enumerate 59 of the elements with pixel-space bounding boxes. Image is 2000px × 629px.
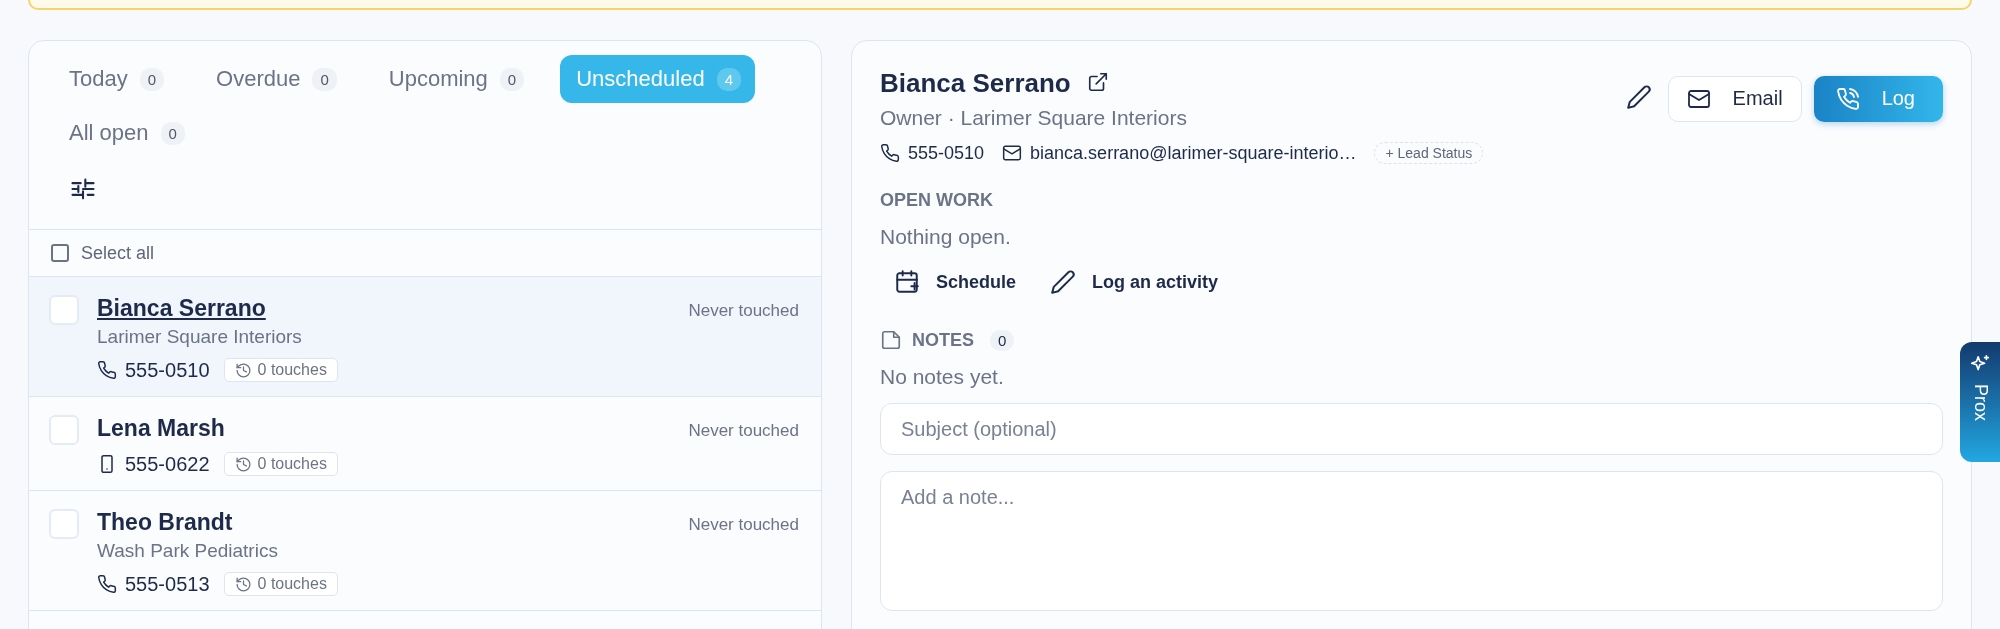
email-button[interactable]: Email — [1667, 75, 1802, 122]
mail-icon — [1002, 143, 1023, 163]
company-name: Larimer Square Interiors — [97, 326, 303, 348]
phone-number: 555-0513 — [125, 572, 210, 596]
filter-tab[interactable]: Overdue 0 — [200, 55, 351, 103]
pencil-icon — [1050, 269, 1077, 295]
last-touch-text: Never touched — [688, 515, 799, 535]
phone-call-icon — [1835, 86, 1860, 111]
phone-number: 555-0622 — [125, 452, 210, 476]
count-badge: 0 — [312, 67, 337, 91]
phone-icon — [97, 360, 117, 380]
count-badge: 0 — [139, 67, 165, 91]
select-all-checkbox[interactable] — [51, 244, 69, 262]
contact-name[interactable]: Theo Brandt — [97, 509, 233, 536]
action-button[interactable]: Log an activity — [1050, 269, 1219, 295]
history-icon — [234, 575, 252, 593]
select-all-label: Select all — [81, 242, 155, 264]
filter-tab[interactable]: All open 0 — [53, 109, 199, 157]
history-icon — [234, 361, 252, 379]
touches-badge: 0 touches — [223, 572, 338, 596]
contact-row[interactable]: Theo Brandt Never touched Wash Park Pediatrics 555-0513 0 touches — [29, 491, 821, 611]
filter-tab[interactable]: Today 0 — [53, 55, 179, 103]
row-checkbox[interactable] — [49, 509, 79, 539]
contact-name[interactable]: Lena Marsh — [97, 415, 225, 442]
phone-number: 555-0510 — [125, 358, 210, 382]
section-heading: OPEN WORK — [880, 190, 994, 211]
company-name: Wash Park Pediatrics — [97, 540, 279, 562]
note-icon — [880, 329, 902, 351]
empty-state-text: Nothing open. — [880, 225, 1012, 249]
phone-icon — [880, 143, 900, 163]
row-checkbox[interactable] — [49, 415, 79, 445]
calendar-plus-icon — [894, 269, 920, 295]
note-input-field[interactable]: Add a note... — [880, 471, 1943, 611]
contact-email: bianca.serrano@larimer-square-interio… — [1030, 142, 1357, 164]
last-touch-text: Never touched — [688, 301, 799, 321]
contact-name[interactable]: Bianca Serrano — [97, 295, 266, 322]
contact-row[interactable]: Bianca Serrano Never touched Larimer Square Interiors 555-0510 0 touches — [29, 277, 821, 397]
subject-input-field[interactable]: Subject (optional) — [880, 403, 1943, 455]
count-badge: 0 — [499, 67, 525, 91]
history-icon — [234, 455, 252, 473]
count-badge: 4 — [716, 67, 741, 91]
action-button[interactable]: Schedule — [894, 269, 1017, 295]
assistant-side-tab[interactable]: Prox — [1960, 342, 2000, 462]
phone-icon — [97, 574, 117, 594]
count-badge: 0 — [160, 121, 185, 145]
section-heading: NOTES — [912, 329, 974, 351]
external-link-icon — [1086, 71, 1109, 93]
filter-tab[interactable]: Upcoming 0 — [372, 55, 539, 103]
row-checkbox[interactable] — [49, 295, 79, 325]
touches-badge: 0 touches — [223, 452, 338, 476]
last-touch-text: Never touched — [688, 421, 799, 441]
contact-name-heading: Bianca Serrano — [880, 68, 1071, 99]
contact-subtitle: Owner · Larimer Square Interiors — [880, 106, 1187, 130]
pencil-icon — [1625, 84, 1652, 110]
contact-phone: 555-0510 — [908, 142, 985, 164]
empty-state-text: No notes yet. — [880, 365, 1005, 389]
count-badge: 0 — [990, 329, 1015, 351]
contact-row[interactable]: Lena Marsh Never touched 555-0622 0 touches — [29, 397, 821, 491]
touches-badge: 0 touches — [223, 358, 338, 382]
